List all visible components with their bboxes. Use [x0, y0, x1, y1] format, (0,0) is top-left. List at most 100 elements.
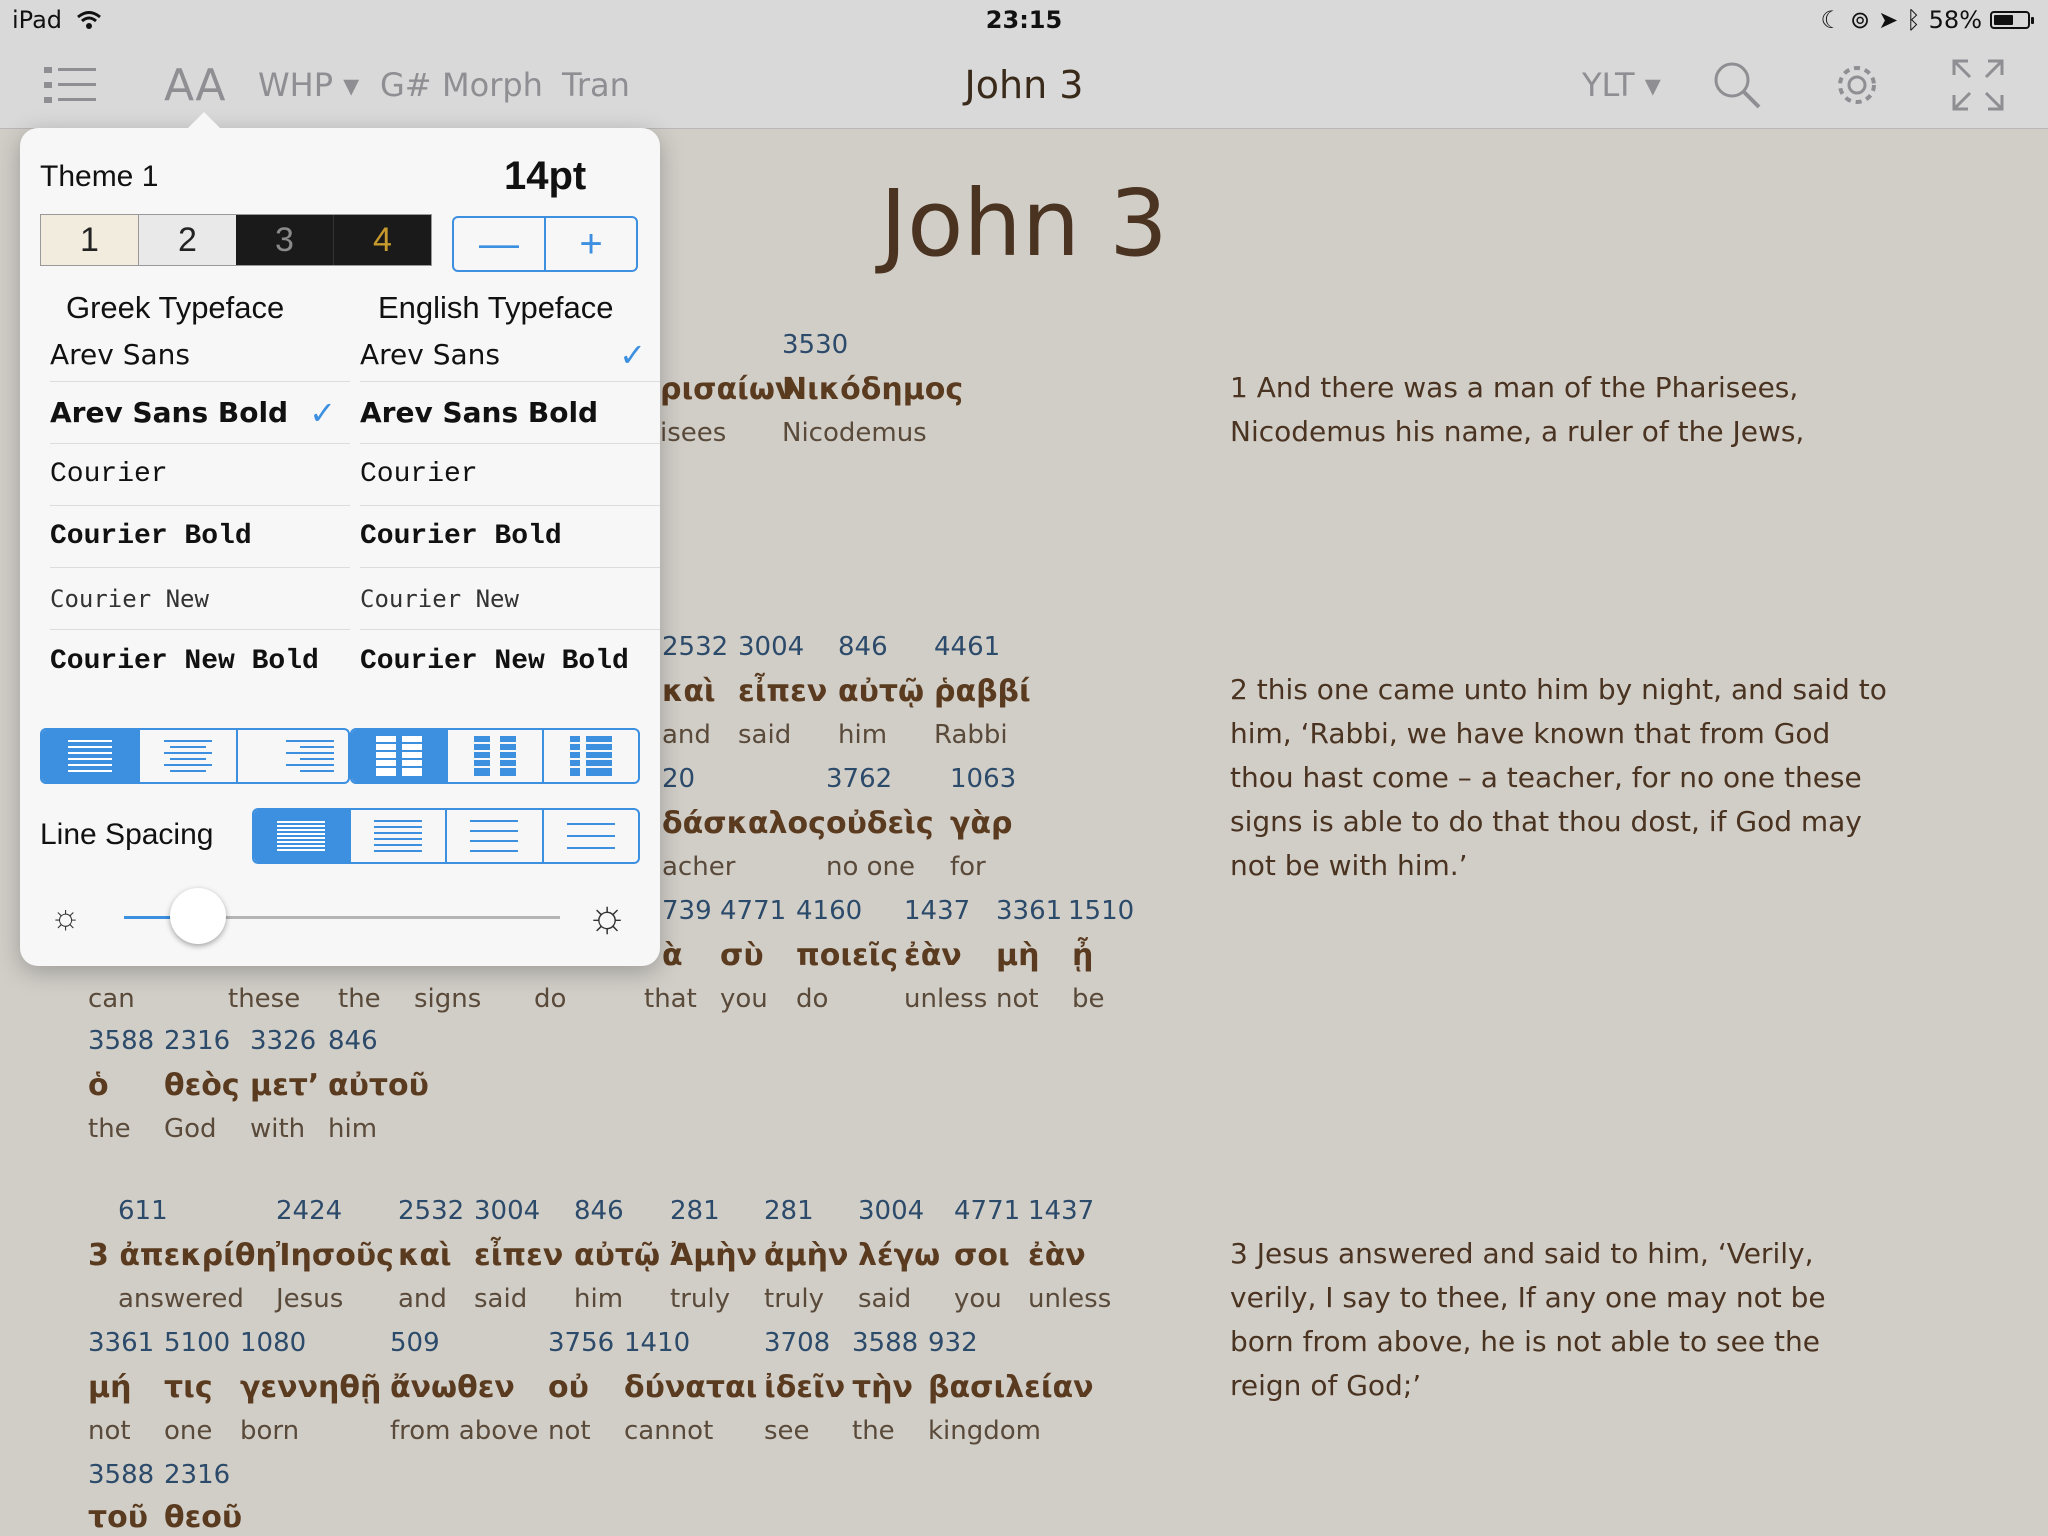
greek-word[interactable]: γὰρ — [950, 806, 1013, 841]
greek-word[interactable]: μετ’ — [250, 1068, 319, 1103]
greek-word[interactable]: αὐτῷ — [574, 1238, 660, 1273]
strongs-number[interactable]: 3762 — [826, 764, 892, 794]
brightness-slider-thumb[interactable] — [170, 888, 226, 944]
greek-word[interactable]: καὶ — [398, 1238, 452, 1273]
strongs-number[interactable]: 20 — [662, 764, 695, 794]
version-button[interactable]: YLT ▾ — [1582, 42, 1661, 128]
line-spacing-1-button[interactable] — [254, 810, 349, 862]
align-left-button[interactable] — [42, 730, 138, 782]
greek-font-option[interactable]: Courier New — [50, 568, 350, 630]
greek-word[interactable]: ᾖ — [1072, 938, 1093, 973]
greek-word[interactable]: καὶ — [662, 674, 716, 709]
greek-word[interactable]: ἄνωθεν — [390, 1370, 515, 1405]
strongs-number[interactable]: 2424 — [276, 1196, 342, 1226]
layout-option-1-button[interactable] — [352, 730, 446, 782]
strongs-number[interactable]: 846 — [328, 1026, 378, 1056]
line-spacing-4-button[interactable] — [541, 810, 639, 862]
strongs-number[interactable]: 4461 — [934, 632, 1000, 662]
strongs-number[interactable]: 3588 — [88, 1460, 154, 1490]
greek-word[interactable]: Νικόδημος — [782, 372, 963, 407]
increase-font-button[interactable]: + — [544, 218, 636, 270]
greek-word[interactable]: εἶπεν — [738, 674, 827, 709]
strongs-number[interactable]: 2532 — [662, 632, 728, 662]
greek-word[interactable]: οὐδεὶς — [826, 806, 934, 841]
strongs-number[interactable]: 3004 — [858, 1196, 924, 1226]
align-center-button[interactable] — [138, 730, 236, 782]
line-spacing-2-button[interactable] — [348, 810, 446, 862]
strongs-number[interactable]: 1410 — [624, 1328, 690, 1358]
strongs-number[interactable]: 281 — [670, 1196, 720, 1226]
strongs-number[interactable]: 739 — [662, 896, 712, 926]
greek-word[interactable]: ἀμὴν — [764, 1238, 848, 1273]
strongs-number[interactable]: 1437 — [1028, 1196, 1094, 1226]
settings-button[interactable] — [1832, 42, 1882, 128]
greek-word[interactable]: αὐτοῦ — [328, 1068, 429, 1103]
greek-word[interactable]: μή — [88, 1370, 131, 1405]
greek-font-option[interactable]: Arev Sans Bold ✓ — [50, 382, 350, 444]
english-font-option[interactable]: Arev Sans Bold — [360, 382, 660, 444]
theme-4-button[interactable]: 4 — [333, 215, 431, 265]
greek-word[interactable]: ἰδεῖν — [764, 1370, 845, 1405]
greek-font-option[interactable]: Courier New Bold — [50, 630, 350, 692]
greek-word[interactable]: θεὸς — [164, 1068, 240, 1103]
greek-word[interactable]: ἐὰν — [1028, 1238, 1086, 1273]
greek-word[interactable]: δάσκαλος — [662, 806, 826, 841]
strongs-number[interactable]: 3361 — [996, 896, 1062, 926]
greek-word[interactable]: ἐὰν — [904, 938, 962, 973]
layout-option-2-button[interactable] — [446, 730, 542, 782]
greek-word[interactable]: 3 ἀπεκρίθη — [88, 1238, 277, 1273]
search-button[interactable] — [1712, 42, 1762, 128]
strongs-number[interactable]: 2316 — [164, 1460, 230, 1490]
strongs-number[interactable]: 3004 — [738, 632, 804, 662]
english-font-option[interactable]: Courier New — [360, 568, 660, 630]
greek-word[interactable]: δύναται — [624, 1370, 757, 1405]
english-font-option[interactable]: Courier Bold — [360, 506, 660, 568]
greek-word[interactable]: Ἀμὴν — [670, 1238, 757, 1273]
english-font-option[interactable]: Courier New Bold — [360, 630, 660, 692]
strongs-number[interactable]: 4771 — [720, 896, 786, 926]
theme-1-button[interactable]: 1 — [41, 215, 138, 265]
greek-word[interactable]: Ἰησοῦς — [276, 1238, 394, 1273]
strongs-number[interactable]: 3756 — [548, 1328, 614, 1358]
strongs-number[interactable]: 3530 — [782, 330, 848, 360]
fullscreen-button[interactable] — [1952, 42, 2004, 128]
greek-word[interactable]: ρισαίων — [660, 372, 795, 407]
greek-word[interactable]: τις — [164, 1370, 213, 1405]
strongs-number[interactable]: 3588 — [852, 1328, 918, 1358]
strongs-number[interactable]: 1080 — [240, 1328, 306, 1358]
strongs-number[interactable]: 611 — [118, 1196, 168, 1226]
greek-word[interactable]: τὴν — [852, 1370, 913, 1405]
strongs-number[interactable]: 4160 — [796, 896, 862, 926]
greek-word[interactable]: σὺ — [720, 938, 764, 973]
layout-option-3-button[interactable] — [542, 730, 638, 782]
theme-2-button[interactable]: 2 — [138, 215, 236, 265]
theme-3-button[interactable]: 3 — [236, 215, 333, 265]
english-font-option[interactable]: Courier — [360, 444, 660, 506]
greek-font-option[interactable]: Courier — [50, 444, 350, 506]
greek-word[interactable]: μὴ — [996, 938, 1039, 973]
greek-font-option[interactable]: Arev Sans — [50, 328, 350, 382]
greek-word[interactable]: ὁ — [88, 1068, 109, 1103]
strongs-number[interactable]: 3588 — [88, 1026, 154, 1056]
strongs-number[interactable]: 846 — [838, 632, 888, 662]
strongs-number[interactable]: 2316 — [164, 1026, 230, 1056]
strongs-number[interactable]: 2532 — [398, 1196, 464, 1226]
strongs-number[interactable]: 932 — [928, 1328, 978, 1358]
decrease-font-button[interactable]: — — [454, 218, 544, 270]
strongs-number[interactable]: 3708 — [764, 1328, 830, 1358]
strongs-number[interactable]: 5100 — [164, 1328, 230, 1358]
strongs-number[interactable]: 3361 — [88, 1328, 154, 1358]
strongs-number[interactable]: 4771 — [954, 1196, 1020, 1226]
greek-word[interactable]: εἶπεν — [474, 1238, 563, 1273]
greek-word[interactable]: λέγω — [858, 1238, 940, 1273]
strongs-number[interactable]: 509 — [390, 1328, 440, 1358]
greek-word[interactable]: τοῦ — [88, 1500, 148, 1535]
greek-font-option[interactable]: Courier Bold — [50, 506, 350, 568]
strongs-number[interactable]: 1510 — [1068, 896, 1134, 926]
align-right-button[interactable] — [236, 730, 348, 782]
strongs-number[interactable]: 3326 — [250, 1026, 316, 1056]
strongs-number[interactable]: 1437 — [904, 896, 970, 926]
greek-word[interactable]: βασιλείαν — [928, 1370, 1094, 1405]
greek-word[interactable]: ποιεῖς — [796, 938, 898, 973]
greek-word[interactable]: γεννηθῇ — [240, 1370, 381, 1405]
